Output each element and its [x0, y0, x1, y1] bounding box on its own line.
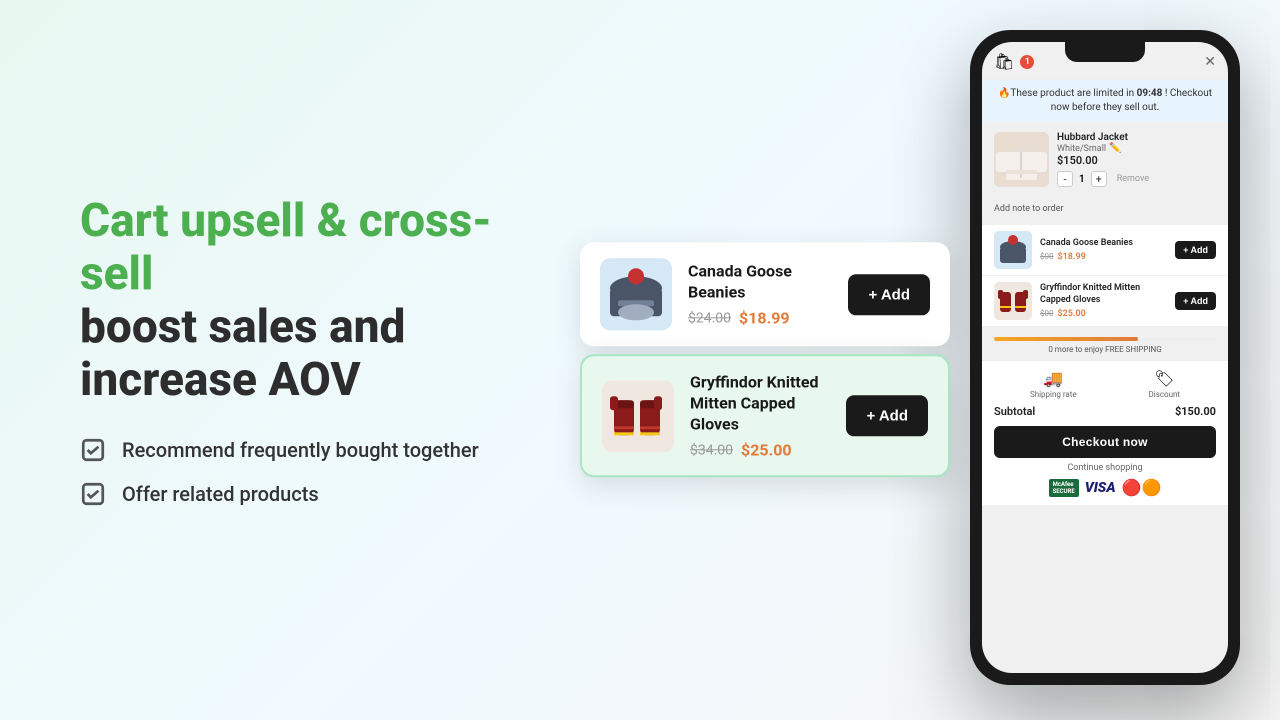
upsell-card-2-old-price: $34.00 [690, 442, 733, 458]
shipping-icon: 🚚 [1043, 369, 1063, 388]
upsell-card-1-info: Canada Goose Beanies $24.00 $18.99 [688, 261, 832, 328]
cart-item-name: Hubbard Jacket [1057, 132, 1216, 143]
phone-upsell-item-1: Canada Goose Beanies $00 $18.99 + Add [982, 225, 1228, 276]
phone-upsell-1-prices: $00 $18.99 [1040, 252, 1167, 262]
phone-upsell-1-name: Canada Goose Beanies [1040, 238, 1167, 250]
cart-item-price: $150.00 [1057, 154, 1216, 167]
visa-badge: VISA [1085, 480, 1116, 496]
phone-upsell-1-new: $18.99 [1058, 252, 1086, 262]
headline: Cart upsell & cross-sell boost sales and… [80, 195, 500, 407]
phone-upsell-item-2: Gryffindor Knitted Mitten Capped Gloves … [982, 276, 1228, 327]
gloves-svg [602, 380, 674, 452]
shipping-bar [994, 337, 1216, 341]
upsell-card-2-info: Gryffindor Knitted Mitten Capped Gloves … [690, 372, 830, 459]
upsell-card-1: Canada Goose Beanies $24.00 $18.99 + Add [580, 242, 950, 346]
phone-inner: 🛍 1 ✕ 🔥These product are limited in 09:4… [982, 42, 1228, 673]
feature-item-2: Offer related products [80, 481, 500, 507]
cart-icon-area: 🛍 1 [994, 52, 1034, 71]
phone-upsell-section: Canada Goose Beanies $00 $18.99 + Add [982, 221, 1228, 331]
feature-text-2: Offer related products [122, 482, 319, 506]
upsell-card-1-name: Canada Goose Beanies [688, 261, 832, 303]
urgency-time: 09:48 [1137, 88, 1163, 99]
upsell-card-2-prices: $34.00 $25.00 [690, 441, 830, 460]
cart-item: Hubbard Jacket White/Small ✏️ $150.00 - … [982, 122, 1228, 198]
check-icon-1 [80, 437, 106, 463]
add-note-label: Add note to order [994, 204, 1064, 214]
shipping-rate-item: 🚚 Shipping rate [1030, 369, 1077, 399]
quantity-control: - 1 + Remove [1057, 171, 1216, 187]
upsell-card-2-name: Gryffindor Knitted Mitten Capped Gloves [690, 372, 830, 434]
upsell-cards-overlay: Canada Goose Beanies $24.00 $18.99 + Add [580, 242, 950, 477]
phone-upsell-2-old: $00 [1040, 309, 1054, 318]
phone-upsell-2-add[interactable]: + Add [1175, 292, 1216, 310]
shipping-bar-text: 0 more to enjoy FREE SHIPPING [1048, 345, 1161, 354]
phone-upsell-1-image [994, 231, 1032, 269]
cart-footer: 🚚 Shipping rate 🏷 Discount Subtotal $150… [982, 360, 1228, 505]
upsell-card-1-add-button[interactable]: + Add [848, 274, 930, 315]
goose-beanie-svg [600, 258, 672, 330]
continue-shopping-link[interactable]: Continue shopping [994, 463, 1216, 473]
phone-upsell-1-old: $00 [1040, 252, 1054, 261]
headline-dark-1: boost sales and [80, 300, 405, 354]
subtotal-label: Subtotal [994, 405, 1035, 418]
upsell-card-1-old-price: $24.00 [688, 310, 731, 326]
phone-upsell-2-image [994, 282, 1032, 320]
upsell-card-2-new-price: $25.00 [741, 441, 792, 460]
shipping-icons-row: 🚚 Shipping rate 🏷 Discount [994, 369, 1216, 399]
cart-item-image [994, 132, 1049, 187]
shipping-bar-fill [994, 337, 1138, 341]
cart-item-details: Hubbard Jacket White/Small ✏️ $150.00 - … [1057, 132, 1216, 187]
jacket-svg [994, 132, 1049, 187]
urgency-text: 🔥These product are limited in [998, 88, 1134, 99]
cart-item-variant: White/Small ✏️ [1057, 143, 1216, 154]
phone-upsell-2-name: Gryffindor Knitted Mitten Capped Gloves [1040, 283, 1167, 306]
check-icon-2 [80, 481, 106, 507]
discount-label: Discount [1149, 390, 1181, 399]
discount-item: 🏷 Discount [1149, 369, 1181, 399]
qty-value: 1 [1079, 174, 1085, 185]
right-panel: Canada Goose Beanies $24.00 $18.99 + Add [580, 0, 1280, 720]
urgency-banner: 🔥These product are limited in 09:48 ! Ch… [982, 80, 1228, 122]
phone-upsell-2-prices: $00 $25.00 [1040, 309, 1167, 319]
add-note-area[interactable]: Add note to order [982, 198, 1228, 221]
remove-button[interactable]: Remove [1117, 174, 1149, 184]
shipping-rate-label: Shipping rate [1030, 390, 1077, 399]
phone-mockup: 🛍 1 ✕ 🔥These product are limited in 09:4… [970, 30, 1240, 685]
upsell-card-2: Gryffindor Knitted Mitten Capped Gloves … [580, 354, 950, 477]
discount-icon: 🏷 [1154, 369, 1174, 388]
cart-badge: 1 [1020, 55, 1034, 69]
upsell-card-1-image [600, 258, 672, 330]
upsell-card-2-image [602, 380, 674, 452]
upsell-card-1-new-price: $18.99 [739, 309, 790, 328]
headline-dark-2: increase AOV [80, 353, 361, 407]
feature-text-1: Recommend frequently bought together [122, 438, 479, 462]
payment-icons: McAfeeSECURE VISA 🔴🟠 [994, 478, 1216, 497]
phone-goose-svg [994, 231, 1032, 269]
phone-gloves-svg [994, 282, 1032, 320]
feature-list: Recommend frequently bought together Off… [80, 437, 500, 507]
cart-close-button[interactable]: ✕ [1204, 54, 1216, 70]
qty-plus-button[interactable]: + [1091, 171, 1107, 187]
mastercard-badge: 🔴🟠 [1122, 478, 1162, 497]
phone-notch [1065, 42, 1145, 62]
headline-green: Cart upsell & cross-sell [80, 194, 492, 301]
left-panel: Cart upsell & cross-sell boost sales and… [0, 135, 580, 585]
checkout-button[interactable]: Checkout now [994, 426, 1216, 458]
phone-upsell-2-new: $25.00 [1058, 309, 1086, 319]
phone-upsell-1-add[interactable]: + Add [1175, 241, 1216, 259]
shipping-bar-area: 0 more to enjoy FREE SHIPPING [982, 331, 1228, 360]
cart-bag-icon: 🛍 [994, 52, 1014, 71]
phone-upsell-2-info: Gryffindor Knitted Mitten Capped Gloves … [1040, 283, 1167, 318]
subtotal-value: $150.00 [1175, 405, 1216, 418]
qty-minus-button[interactable]: - [1057, 171, 1073, 187]
upsell-card-1-prices: $24.00 $18.99 [688, 309, 832, 328]
feature-item-1: Recommend frequently bought together [80, 437, 500, 463]
mcafee-badge: McAfeeSECURE [1049, 479, 1079, 497]
subtotal-row: Subtotal $150.00 [994, 405, 1216, 418]
upsell-card-2-add-button[interactable]: + Add [846, 395, 928, 436]
phone-upsell-1-info: Canada Goose Beanies $00 $18.99 [1040, 238, 1167, 262]
